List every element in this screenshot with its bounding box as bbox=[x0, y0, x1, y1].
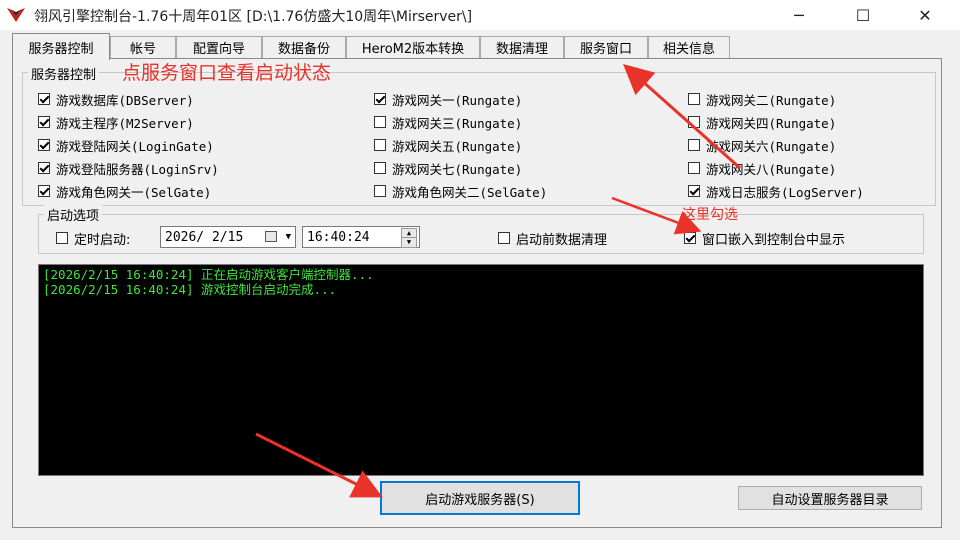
dropdown-arrow-icon[interactable]: ▼ bbox=[286, 232, 291, 242]
window-title: 翎风引擎控制台-1.76十周年01区 [D:\1.76仿盛大10周年\Mirse… bbox=[34, 9, 473, 25]
checkbox-icon[interactable] bbox=[374, 185, 386, 197]
checkbox-icon[interactable] bbox=[56, 232, 68, 244]
title-bar: 翎风引擎控制台-1.76十周年01区 [D:\1.76仿盛大10周年\Mirse… bbox=[0, 0, 960, 30]
tab-label: 帐号 bbox=[129, 42, 156, 57]
start-options-legend: 启动选项 bbox=[44, 205, 103, 224]
tab-label: 相关信息 bbox=[662, 42, 715, 57]
checkbox-label: 游戏网关三(Rungate) bbox=[392, 115, 523, 131]
checkbox-icon[interactable] bbox=[374, 139, 386, 151]
maximize-icon: ☐ bbox=[855, 5, 871, 25]
tab-account[interactable]: 帐号 bbox=[110, 36, 176, 58]
close-icon: ✕ bbox=[918, 5, 932, 25]
checkbox-icon[interactable] bbox=[688, 139, 700, 151]
annotation-check-here: 这里勾选 bbox=[682, 207, 738, 223]
chk-selgate-1[interactable]: 游戏角色网关一(SelGate) bbox=[38, 182, 211, 200]
calendar-icon[interactable] bbox=[265, 231, 277, 242]
chk-selgate-2[interactable]: 游戏角色网关二(SelGate) bbox=[374, 182, 547, 200]
chk-rungate-4[interactable]: 游戏网关四(Rungate) bbox=[688, 113, 836, 131]
tab-label: 服务窗口 bbox=[579, 42, 632, 57]
checkbox-icon[interactable] bbox=[374, 162, 386, 174]
tab-service-window[interactable]: 服务窗口 bbox=[564, 36, 648, 58]
checkbox-label: 游戏角色网关一(SelGate) bbox=[56, 184, 212, 200]
checkbox-label: 游戏网关四(Rungate) bbox=[706, 115, 837, 131]
checkbox-label: 启动前数据清理 bbox=[516, 232, 608, 248]
maximize-button[interactable]: ☐ bbox=[840, 0, 886, 30]
annotation-service-window: 点服务窗口查看启动状态 bbox=[122, 62, 332, 84]
app-logo-icon bbox=[6, 6, 26, 24]
checkbox-label: 定时启动: bbox=[74, 232, 131, 248]
chk-rungate-5[interactable]: 游戏网关五(Rungate) bbox=[374, 136, 522, 154]
checkbox-icon[interactable] bbox=[688, 162, 700, 174]
chk-m2server[interactable]: 游戏主程序(M2Server) bbox=[38, 113, 194, 131]
minimize-button[interactable]: ─ bbox=[776, 0, 822, 30]
date-value: 2026/ 2/15 bbox=[165, 229, 244, 245]
checkbox-label: 游戏网关二(Rungate) bbox=[706, 92, 837, 108]
tab-related-info[interactable]: 相关信息 bbox=[648, 36, 730, 58]
checkbox-icon[interactable] bbox=[498, 232, 510, 244]
checkbox-label: 游戏角色网关二(SelGate) bbox=[392, 184, 548, 200]
chk-logserver[interactable]: 游戏日志服务(LogServer) bbox=[688, 182, 864, 200]
checkbox-icon[interactable] bbox=[374, 116, 386, 128]
tab-data-clean[interactable]: 数据清理 bbox=[480, 36, 564, 58]
spin-down-icon[interactable]: ▼ bbox=[401, 237, 417, 248]
checkbox-icon[interactable] bbox=[38, 116, 50, 128]
chk-clean-data[interactable]: 启动前数据清理 bbox=[498, 229, 608, 248]
tab-label: HeroM2版本转换 bbox=[361, 42, 465, 57]
checkbox-icon[interactable] bbox=[38, 93, 50, 105]
chk-dbserver[interactable]: 游戏数据库(DBServer) bbox=[38, 90, 194, 108]
checkbox-label: 窗口嵌入到控制台中显示 bbox=[702, 232, 846, 248]
tab-label: 配置向导 bbox=[192, 42, 245, 57]
minimize-icon: ─ bbox=[794, 5, 804, 25]
checkbox-label: 游戏网关一(Rungate) bbox=[392, 92, 523, 108]
chk-rungate-8[interactable]: 游戏网关八(Rungate) bbox=[688, 159, 836, 177]
checkbox-label: 游戏网关五(Rungate) bbox=[392, 138, 523, 154]
checkbox-label: 游戏网关七(Rungate) bbox=[392, 161, 523, 177]
start-server-button[interactable]: 启动游戏服务器(S) bbox=[380, 481, 580, 515]
chk-rungate-6[interactable]: 游戏网关六(Rungate) bbox=[688, 136, 836, 154]
time-picker[interactable]: 16:40:24 ▲ ▼ bbox=[302, 226, 420, 248]
log-line: [2026/2/15 16:40:24] 游戏控制台启动完成... bbox=[43, 282, 337, 297]
checkbox-label: 游戏登陆网关(LoginGate) bbox=[56, 138, 214, 154]
auto-set-dir-button[interactable]: 自动设置服务器目录 bbox=[738, 486, 922, 510]
checkbox-label: 游戏网关六(Rungate) bbox=[706, 138, 837, 154]
chk-rungate-1[interactable]: 游戏网关一(Rungate) bbox=[374, 90, 522, 108]
close-button[interactable]: ✕ bbox=[902, 0, 948, 30]
checkbox-label: 游戏网关八(Rungate) bbox=[706, 161, 837, 177]
checkbox-icon[interactable] bbox=[688, 93, 700, 105]
tab-server-control[interactable]: 服务器控制 bbox=[12, 33, 110, 60]
checkbox-icon[interactable] bbox=[684, 232, 696, 244]
log-console[interactable]: [2026/2/15 16:40:24] 正在启动游戏客户端控制器... [20… bbox=[38, 264, 924, 476]
time-value: 16:40:24 bbox=[307, 229, 370, 245]
checkbox-label: 游戏登陆服务器(LoginSrv) bbox=[56, 161, 219, 177]
chk-embed-window[interactable]: 窗口嵌入到控制台中显示 bbox=[684, 229, 846, 248]
tab-label: 数据清理 bbox=[495, 42, 548, 57]
chk-logingate[interactable]: 游戏登陆网关(LoginGate) bbox=[38, 136, 214, 154]
checkbox-label: 游戏日志服务(LogServer) bbox=[706, 184, 864, 200]
chk-rungate-7[interactable]: 游戏网关七(Rungate) bbox=[374, 159, 522, 177]
checkbox-icon[interactable] bbox=[38, 185, 50, 197]
checkbox-label: 游戏主程序(M2Server) bbox=[56, 115, 194, 131]
chk-rungate-3[interactable]: 游戏网关三(Rungate) bbox=[374, 113, 522, 131]
checkbox-icon[interactable] bbox=[374, 93, 386, 105]
checkbox-icon[interactable] bbox=[38, 162, 50, 174]
checkbox-icon[interactable] bbox=[688, 116, 700, 128]
checkbox-icon[interactable] bbox=[38, 139, 50, 151]
log-line: [2026/2/15 16:40:24] 正在启动游戏客户端控制器... bbox=[43, 267, 374, 282]
chk-rungate-2[interactable]: 游戏网关二(Rungate) bbox=[688, 90, 836, 108]
checkbox-label: 游戏数据库(DBServer) bbox=[56, 92, 194, 108]
tab-config-wizard[interactable]: 配置向导 bbox=[176, 36, 262, 58]
date-picker[interactable]: 2026/ 2/15 ▼ bbox=[160, 226, 296, 248]
server-control-legend: 服务器控制 bbox=[28, 64, 100, 83]
chk-timed-start[interactable]: 定时启动: bbox=[56, 229, 131, 248]
tab-label: 服务器控制 bbox=[28, 41, 94, 57]
checkbox-icon[interactable] bbox=[688, 185, 700, 197]
chk-loginsrv[interactable]: 游戏登陆服务器(LoginSrv) bbox=[38, 159, 219, 177]
tab-data-backup[interactable]: 数据备份 bbox=[262, 36, 346, 58]
tab-herom2-convert[interactable]: HeroM2版本转换 bbox=[346, 36, 480, 58]
tab-label: 数据备份 bbox=[277, 42, 330, 57]
